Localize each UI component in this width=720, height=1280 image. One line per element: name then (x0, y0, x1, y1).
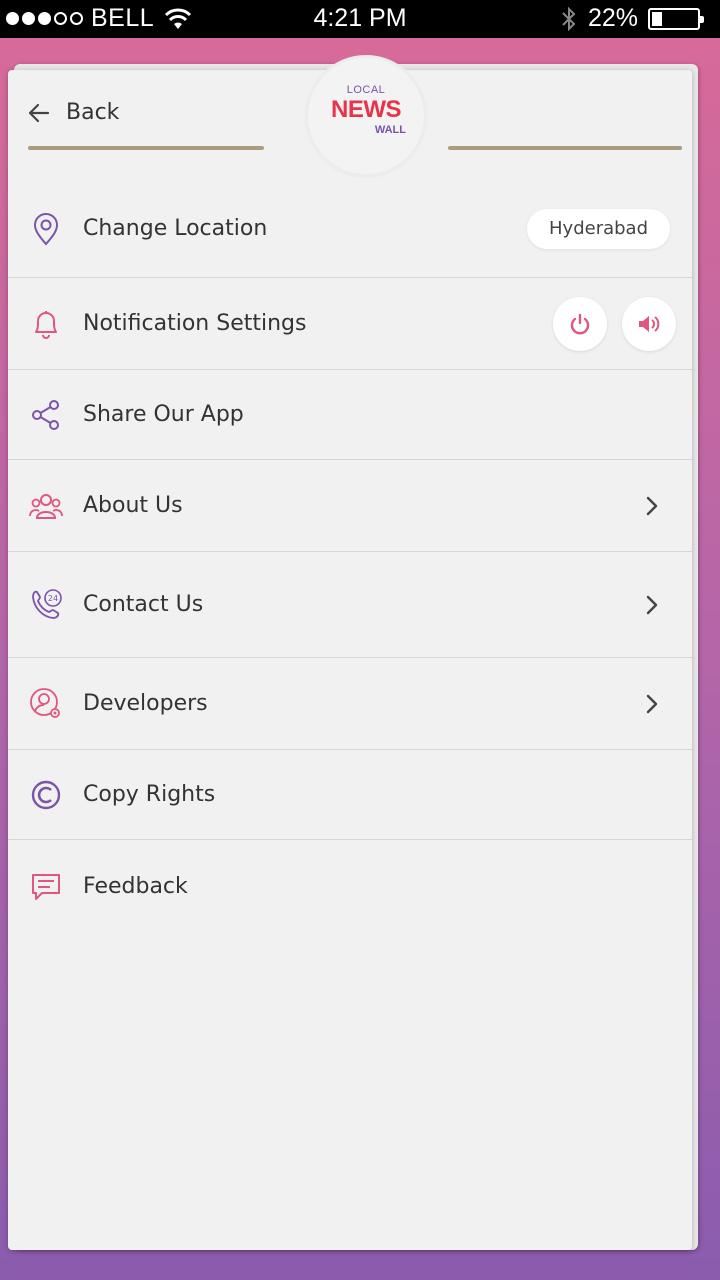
phone-24-icon: 24 (28, 587, 64, 623)
menu-item-copy-rights[interactable]: Copy Rights (8, 750, 692, 840)
notification-sound-toggle[interactable] (622, 296, 676, 351)
logo-line-middle: NEWS (331, 96, 402, 123)
battery-percent: 22% (587, 4, 638, 32)
panel-header: Back LOCAL NEWS WALL (8, 58, 692, 180)
status-bar: BELL 4:21 PM 22% (0, 0, 720, 38)
chevron-right-icon (644, 693, 660, 715)
menu-item-contact-us[interactable]: 24 Contact Us (8, 552, 692, 658)
menu-label: Developers (83, 691, 208, 716)
chevron-right-icon (644, 594, 660, 616)
menu-label: About Us (83, 493, 183, 518)
bluetooth-icon (562, 6, 576, 31)
location-selector[interactable]: Hyderabad (527, 208, 670, 249)
battery-icon (648, 7, 704, 30)
speaker-icon (639, 315, 660, 332)
arrow-left-icon (28, 103, 50, 122)
menu-label: Change Location (83, 216, 268, 241)
bell-icon (28, 306, 64, 342)
menu-label: Contact Us (83, 592, 204, 617)
menu-label: Share Our App (83, 402, 244, 427)
header-rule-left (28, 146, 264, 150)
chevron-right-icon (644, 495, 660, 517)
menu-label: Feedback (83, 873, 188, 899)
menu-item-about-us[interactable]: About Us (8, 460, 692, 552)
menu-item-share-app[interactable]: Share Our App (8, 370, 692, 460)
logo-line-top: LOCAL (346, 84, 386, 96)
location-pin-icon (28, 211, 64, 247)
notification-power-toggle[interactable] (553, 296, 607, 351)
back-label: Back (66, 100, 120, 125)
header-rule-right (448, 146, 682, 150)
share-icon (28, 397, 64, 433)
copyright-icon (28, 777, 64, 813)
menu-item-feedback[interactable]: Feedback (8, 840, 692, 932)
power-icon (570, 313, 590, 334)
menu-item-change-location[interactable]: Change Location Hyderabad (8, 180, 692, 278)
menu-label: Notification Settings (83, 311, 307, 336)
status-right: 22% (560, 4, 704, 33)
menu-item-notification-settings[interactable]: Notification Settings (8, 278, 692, 370)
svg-text:24: 24 (48, 594, 58, 603)
chat-icon (28, 868, 64, 904)
settings-panel: Back LOCAL NEWS WALL Change Location Hyd… (8, 58, 692, 1250)
logo-line-bottom: WALL (374, 124, 406, 136)
battery-fill (652, 11, 662, 26)
group-icon (28, 488, 64, 524)
menu-label: Copy Rights (83, 782, 216, 807)
menu-item-developers[interactable]: Developers (8, 658, 692, 750)
back-button[interactable]: Back (28, 100, 119, 125)
settings-menu: Change Location Hyderabad Notification S… (8, 180, 692, 932)
developer-gear-icon (28, 686, 64, 722)
app-logo: LOCAL NEWS WALL (308, 58, 424, 174)
